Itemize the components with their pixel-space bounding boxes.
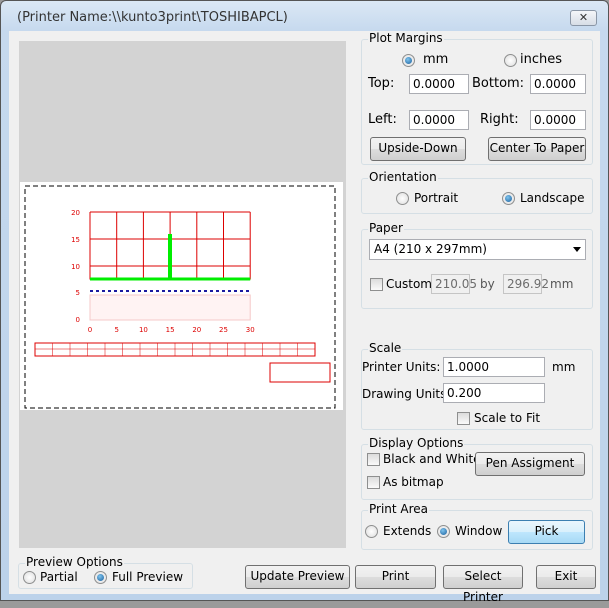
exit-button[interactable]: Exit — [536, 565, 596, 589]
x-tick-label: 30 — [246, 326, 255, 334]
partial-label: Partial — [40, 570, 78, 584]
bottom-label: Bottom: — [472, 76, 525, 91]
portrait-radio[interactable] — [396, 192, 409, 205]
close-icon: ✕ — [578, 11, 589, 24]
upside-down-button[interactable]: Upside-Down — [370, 137, 466, 161]
x-tick-label: 5 — [114, 326, 118, 334]
custom-height-input[interactable]: 296.92 — [503, 274, 549, 294]
x-tick-label: 20 — [192, 326, 201, 334]
black-and-white-label: Black and White — [383, 452, 481, 466]
printer-units-input[interactable]: 1.0000 — [443, 357, 545, 377]
orientation-label: Orientation — [368, 170, 438, 184]
close-button[interactable]: ✕ — [570, 10, 597, 26]
inches-label: inches — [520, 52, 563, 67]
black-and-white-checkbox[interactable] — [367, 453, 380, 466]
right-margin-input[interactable]: 0.0000 — [530, 110, 586, 130]
printer-unit-label: mm — [552, 360, 576, 374]
plot-margins-label: Plot Margins — [368, 31, 444, 45]
center-to-paper-button[interactable]: Center To Paper — [488, 137, 586, 161]
x-tick-label: 15 — [166, 326, 175, 334]
y-tick-label: 0 — [76, 316, 80, 324]
bottom-margin-input[interactable]: 0.0000 — [530, 74, 586, 94]
print-area-label: Print Area — [368, 502, 430, 516]
scale-to-fit-label: Scale to Fit — [474, 411, 541, 425]
paper-size-select[interactable]: A4 (210 x 297mm) — [369, 239, 586, 260]
scale-label: Scale — [368, 341, 403, 355]
custom-label: Custom — [386, 277, 432, 291]
top-margin-input[interactable]: 0.0000 — [409, 74, 469, 94]
custom-width-input[interactable]: 210.05 — [431, 274, 477, 294]
full-preview-label: Full Preview — [112, 570, 184, 584]
full-preview-radio[interactable] — [94, 571, 107, 584]
update-preview-button[interactable]: Update Preview — [245, 565, 350, 589]
extends-label: Extends — [383, 524, 432, 538]
right-label: Right: — [480, 112, 519, 127]
window-radio[interactable] — [437, 525, 450, 538]
custom-unit-label: mm — [550, 277, 574, 291]
partial-radio[interactable] — [23, 571, 36, 584]
y-tick-label: 15 — [71, 236, 80, 244]
mm-label: mm — [423, 52, 449, 67]
chevron-down-icon — [573, 247, 581, 252]
extends-radio[interactable] — [365, 525, 378, 538]
paper-size-value: A4 (210 x 297mm) — [374, 242, 487, 256]
paper-label: Paper — [368, 221, 404, 235]
y-tick-label: 20 — [71, 209, 80, 217]
left-label: Left: — [368, 112, 397, 127]
bar — [168, 234, 172, 279]
x-tick-label: 25 — [219, 326, 228, 334]
print-button[interactable]: Print — [355, 565, 436, 589]
preview-drawing: 0 5 10 15 20 25 30 20 15 10 5 0 — [20, 182, 343, 410]
preview-options-label: Preview Options — [25, 555, 124, 569]
portrait-label: Portrait — [414, 191, 459, 205]
window-title: (Printer Name:\\kunto3print\TOSHIBAPCL) — [17, 10, 288, 25]
drawing-units-label: Drawing Units: — [362, 387, 451, 401]
display-options-label: Display Options — [368, 436, 465, 450]
y-tick-label: 5 — [76, 289, 80, 297]
scale-to-fit-checkbox[interactable] — [457, 412, 470, 425]
left-margin-input[interactable]: 0.0000 — [409, 110, 469, 130]
select-printer-button[interactable]: Select Printer — [443, 565, 523, 604]
as-bitmap-checkbox[interactable] — [367, 476, 380, 489]
pick-button[interactable]: Pick — [508, 520, 585, 544]
mm-radio[interactable] — [402, 54, 415, 67]
y-tick-label: 10 — [71, 263, 80, 271]
hatch-area — [89, 294, 251, 321]
landscape-radio[interactable] — [502, 192, 515, 205]
printer-units-label: Printer Units: — [362, 360, 441, 374]
landscape-label: Landscape — [520, 191, 585, 205]
window-label: Window — [455, 524, 503, 538]
x-tick-label: 0 — [88, 326, 92, 334]
top-label: Top: — [368, 76, 395, 91]
pen-assignment-button[interactable]: Pen Assigment — [475, 452, 585, 476]
inches-radio[interactable] — [504, 54, 517, 67]
as-bitmap-label: As bitmap — [383, 475, 444, 489]
x-tick-label: 10 — [139, 326, 148, 334]
by-label: by — [480, 277, 495, 291]
drawing-units-input[interactable]: 0.200 — [443, 383, 545, 403]
custom-checkbox[interactable] — [370, 278, 383, 291]
